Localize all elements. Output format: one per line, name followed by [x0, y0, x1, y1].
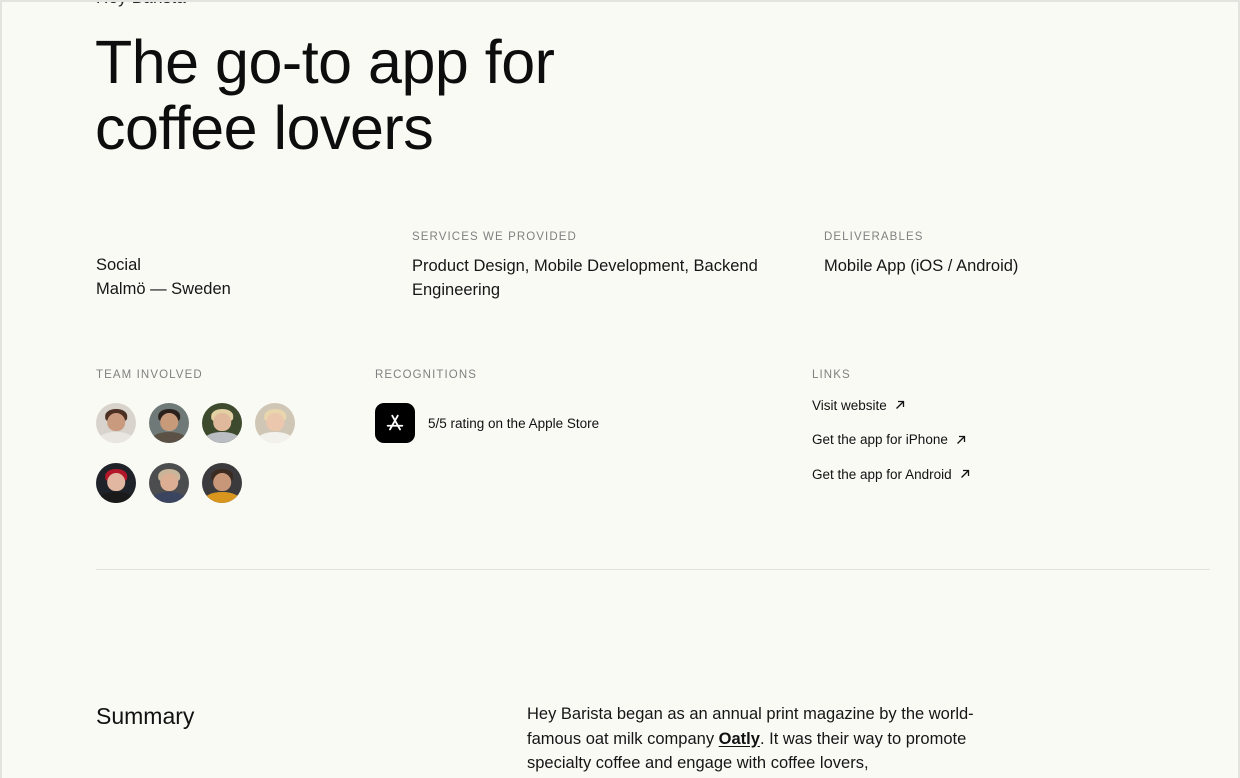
brand-name-clipped: Hey Barista [96, 2, 186, 8]
avatar-shirt [203, 431, 241, 443]
page: Hey Barista The go-to app for coffee lov… [2, 2, 1238, 778]
oatly-link[interactable]: Oatly [719, 730, 760, 748]
recognition-text: 5/5 rating on the Apple Store [428, 415, 600, 431]
deliverables-section: Deliverables Mobile App (iOS / Android) [824, 231, 1018, 278]
app-store-icon [375, 403, 415, 443]
team-member-avatar[interactable] [96, 463, 136, 503]
client-category: Social [96, 256, 141, 274]
team-avatars [96, 403, 316, 503]
client-info: Social Malmö — Sweden [96, 253, 231, 301]
team-member-avatar[interactable] [149, 403, 189, 443]
team-member-avatar[interactable] [255, 403, 295, 443]
avatar-face [213, 412, 231, 431]
headline-line-2: coffee lovers [95, 94, 434, 162]
recognition-item: 5/5 rating on the Apple Store [375, 403, 599, 443]
avatar-shirt [150, 431, 188, 443]
deliverables-value: Mobile App (iOS / Android) [824, 257, 1019, 275]
avatar-shirt [97, 491, 135, 503]
avatar-shirt [97, 431, 135, 443]
links-section: Links Visit website Get the app for iPho… [812, 369, 970, 499]
services-section: Services we provided Product Design, Mob… [412, 231, 792, 302]
section-divider [96, 569, 1210, 570]
links-label: Links [812, 369, 851, 381]
avatar-shirt [203, 491, 241, 503]
team-section: Team involved [96, 369, 316, 503]
summary-title: Summary [96, 703, 195, 729]
client-location: Malmö — Sweden [96, 280, 231, 298]
android-app-link[interactable]: Get the app for Android [812, 464, 970, 484]
headline-line-1: The go-to app for [95, 28, 555, 96]
link-text: Get the app for Android [812, 466, 952, 482]
visit-website-link[interactable]: Visit website [812, 395, 970, 415]
arrow-up-right-icon [895, 400, 904, 409]
arrow-up-right-icon [960, 469, 969, 478]
avatar-face [266, 412, 284, 431]
avatar-shirt [150, 491, 188, 503]
link-text: Visit website [812, 397, 887, 413]
avatar-face [107, 412, 125, 431]
team-label: Team involved [96, 369, 203, 381]
avatar-face [160, 472, 178, 491]
iphone-app-link[interactable]: Get the app for iPhone [812, 430, 970, 450]
team-member-avatar[interactable] [96, 403, 136, 443]
page-headline: The go-to app for coffee lovers [95, 29, 655, 161]
team-member-avatar[interactable] [149, 463, 189, 503]
team-member-avatar[interactable] [202, 403, 242, 443]
avatar-face [107, 472, 125, 491]
avatar-shirt [256, 431, 294, 443]
arrow-up-right-icon [956, 435, 965, 444]
team-member-avatar[interactable] [202, 463, 242, 503]
summary-text: Hey Barista began as an annual print mag… [527, 702, 997, 776]
brand-text: Hey Barista [96, 2, 186, 7]
services-value: Product Design, Mobile Development, Back… [412, 257, 758, 299]
services-label: Services we provided [412, 231, 577, 243]
recognitions-section: Recognitions 5/5 rating on the Apple Sto… [375, 369, 599, 443]
avatar-face [160, 412, 178, 431]
link-list: Visit website Get the app for iPhone Get… [812, 395, 970, 484]
link-text: Get the app for iPhone [812, 432, 948, 447]
deliverables-label: Deliverables [824, 231, 924, 243]
avatar-face [213, 472, 231, 491]
recognitions-label: Recognitions [375, 369, 478, 381]
